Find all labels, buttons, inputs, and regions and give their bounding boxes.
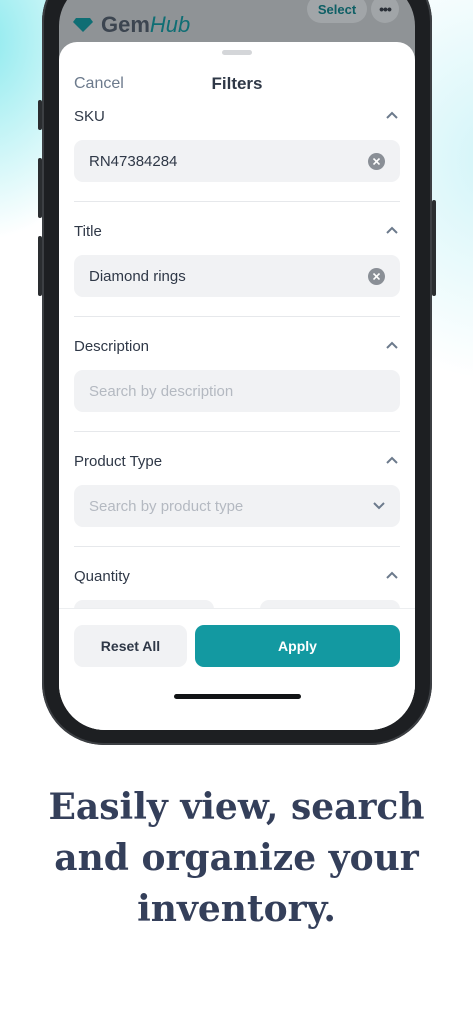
filters-sheet: Cancel Filters SKU RN47384284 Title Diam… — [59, 42, 415, 730]
chevron-down-icon — [373, 502, 385, 510]
section-label-description: Description — [74, 338, 150, 355]
divider — [74, 201, 400, 202]
logo-accent: Hub — [149, 12, 191, 37]
app-logo: GemHub — [73, 12, 190, 38]
tagline-line-2: and organize your — [54, 837, 419, 879]
phone-side-button — [38, 100, 42, 130]
filter-section-product-type: Product Type Search by product type — [74, 453, 400, 533]
title-input-value: Diamond rings — [89, 267, 186, 285]
divider — [74, 431, 400, 432]
phone-power-button — [432, 200, 436, 296]
section-label-quantity: Quantity — [74, 568, 130, 585]
gem-icon — [73, 18, 93, 32]
phone-volume-down — [38, 236, 42, 296]
sku-input[interactable]: RN47384284 — [74, 140, 400, 182]
sheet-footer: Reset All Apply — [59, 608, 415, 730]
product-type-select[interactable]: Search by product type — [74, 485, 400, 527]
sheet-header: Cancel Filters — [59, 66, 415, 106]
section-label-sku: SKU — [74, 108, 105, 125]
divider — [74, 316, 400, 317]
logo-main: Gem — [101, 12, 150, 37]
sheet-grabber[interactable] — [222, 50, 252, 55]
logo-text: GemHub — [101, 12, 190, 38]
chevron-up-icon[interactable] — [386, 571, 398, 579]
apply-button[interactable]: Apply — [195, 625, 400, 667]
product-type-placeholder: Search by product type — [89, 497, 244, 515]
description-placeholder: Search by description — [89, 382, 234, 400]
chevron-up-icon[interactable] — [386, 456, 398, 464]
phone-volume-up — [38, 158, 42, 218]
reset-all-button[interactable]: Reset All — [74, 625, 187, 667]
section-label-product-type: Product Type — [74, 453, 163, 470]
sheet-title: Filters — [211, 74, 263, 93]
filter-section-description: Description Search by description — [74, 338, 400, 418]
filter-section-title: Title Diamond rings — [74, 223, 400, 303]
clear-icon[interactable] — [368, 152, 385, 170]
select-button[interactable]: Select — [307, 0, 367, 23]
tagline-line-1: Easily view, search — [48, 786, 425, 828]
clear-icon[interactable] — [368, 267, 385, 285]
chevron-up-icon[interactable] — [386, 111, 398, 119]
sku-input-value: RN47384284 — [89, 152, 178, 170]
chevron-up-icon[interactable] — [386, 341, 398, 349]
description-input[interactable]: Search by description — [74, 370, 400, 412]
marketing-tagline: Easily view, search and organize your in… — [0, 782, 473, 935]
phone-screen: GemHub Select ••• Cancel Filters SKU RN4… — [59, 0, 415, 730]
tagline-line-3: inventory. — [137, 888, 336, 930]
home-indicator — [174, 694, 301, 699]
divider — [74, 546, 400, 547]
section-label-title: Title — [74, 223, 102, 240]
filter-section-sku: SKU RN47384284 — [74, 108, 400, 188]
title-input[interactable]: Diamond rings — [74, 255, 400, 297]
chevron-up-icon[interactable] — [386, 226, 398, 234]
